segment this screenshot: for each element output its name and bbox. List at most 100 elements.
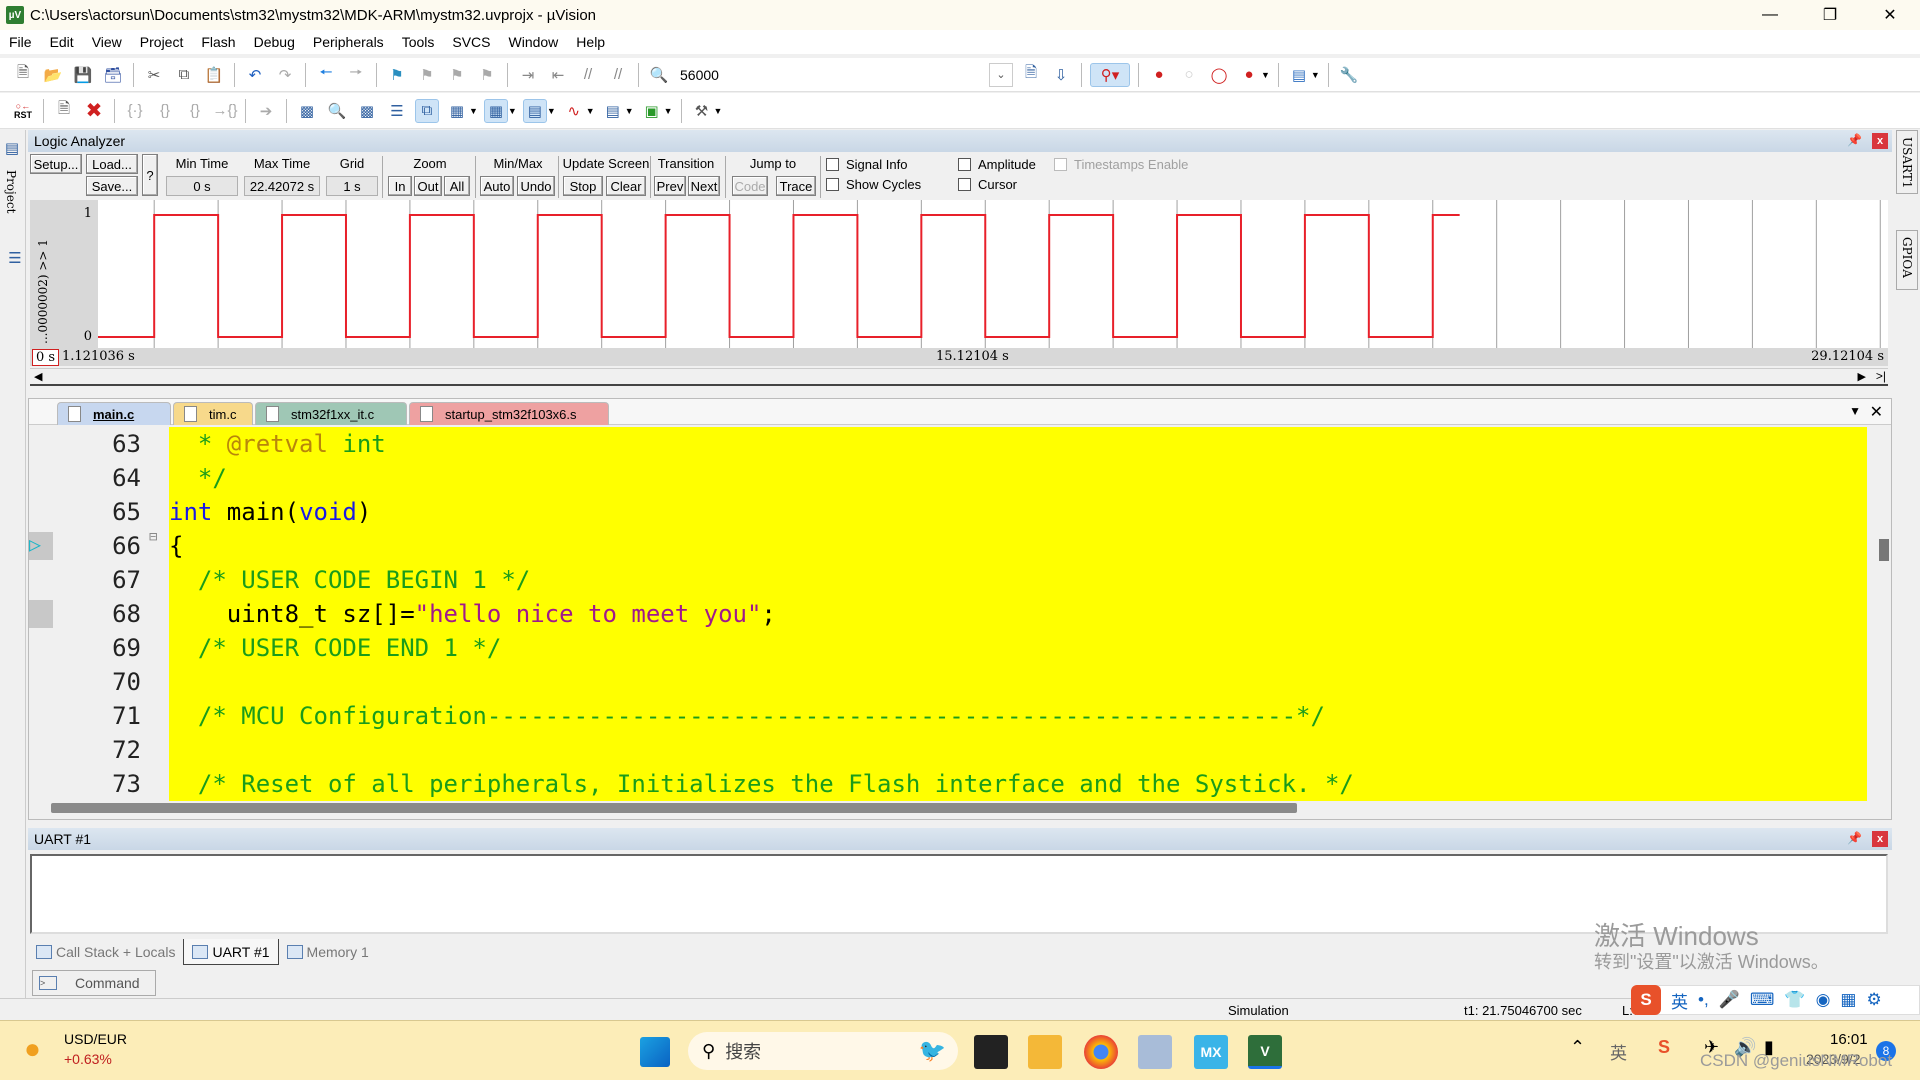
tray-overflow-icon[interactable]: ⌃ [1570, 1037, 1585, 1058]
keil-uvision-icon[interactable]: V [1248, 1035, 1282, 1069]
run-icon[interactable]: 🗎 [52, 99, 76, 123]
menu-edit[interactable]: Edit [41, 34, 83, 50]
cursor-checkbox[interactable]: Cursor [958, 177, 1017, 192]
uncomment-icon[interactable]: // [606, 63, 630, 87]
load-button[interactable]: Load... [86, 154, 138, 174]
step-out-icon[interactable]: {} [183, 99, 207, 123]
tab-call-stack[interactable]: Call Stack + Locals [28, 939, 183, 965]
widget-label[interactable]: USD/EUR [64, 1031, 127, 1047]
copy-icon[interactable]: ⧉ [172, 63, 196, 87]
settings-icon[interactable]: ⚙ [1866, 990, 1881, 1010]
disassembly-window-icon[interactable]: 🔍 [325, 99, 349, 123]
close-button[interactable]: ✕ [1860, 0, 1920, 30]
task-view-icon[interactable] [974, 1035, 1008, 1069]
stop-icon[interactable]: ✖ [82, 99, 106, 123]
jump-code-button[interactable]: Code [732, 176, 768, 196]
menu-peripherals[interactable]: Peripherals [304, 34, 393, 50]
code-area[interactable]: 63 * @retval int 64 */65 int main(void) ▷ 66… [29, 427, 1867, 801]
unindent-icon[interactable]: ⇤ [546, 63, 570, 87]
trace-window-icon[interactable]: ▤ [601, 99, 625, 123]
waveform-plot[interactable] [98, 200, 1888, 348]
punctuation-icon[interactable]: •, [1698, 990, 1709, 1010]
configure-icon[interactable]: 🔧 [1337, 63, 1361, 87]
usart1-side-tab[interactable]: USART1 [1896, 130, 1918, 194]
show-cycles-checkbox[interactable]: Show Cycles [826, 177, 921, 192]
file-explorer-icon[interactable] [1028, 1035, 1062, 1069]
code-line[interactable]: 72 [29, 733, 1867, 767]
scroll-left-icon[interactable]: ◀ [34, 370, 42, 383]
serial-window-icon[interactable]: ▤ [522, 98, 547, 123]
tab-uart1[interactable]: UART #1 [183, 939, 279, 965]
tab-list-icon[interactable]: ▼ [1849, 404, 1861, 418]
help-button[interactable]: ? [142, 154, 158, 196]
code-line[interactable]: 73 /* Reset of all peripherals, Initiali… [29, 767, 1867, 801]
save-all-icon[interactable]: 🗃 [101, 63, 125, 87]
pin-icon[interactable]: 📌 [1847, 831, 1862, 845]
window-layout-icon[interactable]: ▤ [1287, 63, 1311, 87]
symbols-window-icon[interactable]: ▩ [355, 99, 379, 123]
back-icon[interactable]: 🠔 [314, 63, 338, 87]
code-line[interactable]: 64 */ [29, 461, 1867, 495]
minimize-button[interactable]: — [1740, 0, 1800, 30]
jump-trace-button[interactable]: Trace [776, 176, 816, 196]
restore-button[interactable]: ❐ [1800, 0, 1860, 30]
registers-window-icon[interactable]: ☰ [385, 99, 409, 123]
find-icon[interactable]: 🗎 [1019, 63, 1043, 87]
run-to-cursor-icon[interactable]: →{} [212, 99, 237, 123]
code-line[interactable]: 67 /* USER CODE BEGIN 1 */ [29, 563, 1867, 597]
scroll-end-icon[interactable]: >| [1876, 369, 1886, 383]
toolbox-icon[interactable]: ⚒ [690, 99, 714, 123]
tab-startup-s[interactable]: startup_stm32f103x6.s [409, 402, 609, 425]
comment-icon[interactable]: // [576, 63, 600, 87]
code-line[interactable]: 69 /* USER CODE END 1 */ [29, 631, 1867, 665]
skin-icon[interactable]: 👕 [1784, 990, 1805, 1010]
menu-flash[interactable]: Flash [192, 34, 244, 50]
incremental-find-icon[interactable]: ⇩ [1049, 63, 1073, 87]
menu-view[interactable]: View [83, 34, 131, 50]
undo-icon[interactable]: ↶ [243, 63, 267, 87]
reset-icon[interactable]: ○← RST [11, 99, 35, 123]
indent-icon[interactable]: ⇥ [516, 63, 540, 87]
amplitude-checkbox[interactable]: Amplitude [958, 157, 1036, 172]
zoom-in-button[interactable]: In [388, 176, 412, 196]
apps-icon[interactable]: ▦ [1840, 990, 1856, 1010]
currency-widget-icon[interactable]: ● [24, 1033, 41, 1065]
find-in-files-icon[interactable]: 🔍 [647, 63, 671, 87]
close-panel-button[interactable]: x [1872, 133, 1888, 149]
sogou-icon[interactable]: S [1631, 985, 1661, 1015]
tray-sogou-icon[interactable]: S [1658, 1037, 1670, 1058]
chrome-icon[interactable] [1084, 1035, 1118, 1069]
waveform-scrollbar[interactable]: ◀ ▶ >| [30, 368, 1888, 386]
code-line[interactable]: 71 /* MCU Configuration-----------------… [29, 699, 1867, 733]
mic-icon[interactable]: 🎤 [1719, 990, 1740, 1010]
books-icon[interactable]: ☰ [3, 246, 27, 270]
network-tool-icon[interactable] [1138, 1035, 1172, 1069]
signal-label-area[interactable]: ...0000002) >> 1 1 0 [30, 200, 98, 348]
keyboard-icon[interactable]: ⌨ [1750, 990, 1775, 1010]
paste-icon[interactable]: 📋 [202, 63, 226, 87]
call-stack-window-icon[interactable]: ⧉ [415, 98, 439, 123]
ime-lang[interactable]: 英 [1671, 988, 1688, 1013]
save-icon[interactable]: 💾 [71, 63, 95, 87]
next-bookmark-icon[interactable]: ⚑ [445, 63, 469, 87]
timestamps-enable-checkbox[interactable]: Timestamps Enable [1054, 157, 1188, 172]
menu-tools[interactable]: Tools [393, 34, 444, 50]
find-dropdown-icon[interactable]: ⌄ [989, 62, 1013, 87]
menu-project[interactable]: Project [131, 34, 193, 50]
forward-icon[interactable]: 🠖 [344, 63, 368, 87]
breakpoint-disable-all-icon[interactable]: ◯ [1207, 63, 1231, 87]
editor-horizontal-scrollbar[interactable] [51, 803, 1297, 813]
tray-lang[interactable]: 英 [1610, 1039, 1627, 1064]
breakpoint-disable-icon[interactable]: ○ [1177, 63, 1201, 87]
find-combo[interactable]: 56000 [674, 63, 854, 87]
tab-memory1[interactable]: Memory 1 [279, 939, 377, 965]
setup-button[interactable]: Setup... [30, 154, 82, 174]
save-button[interactable]: Save... [86, 176, 138, 196]
code-line[interactable]: 65 int main(void) [29, 495, 1867, 529]
menu-help[interactable]: Help [567, 34, 614, 50]
step-over-icon[interactable]: {} [153, 99, 177, 123]
breakpoint-insert-icon[interactable]: ● [1147, 63, 1171, 87]
code-line[interactable]: ▷ 66 ⊟{ [29, 529, 1867, 563]
minmax-undo-button[interactable]: Undo [517, 176, 555, 196]
tab-main-c[interactable]: main.c [57, 402, 171, 425]
